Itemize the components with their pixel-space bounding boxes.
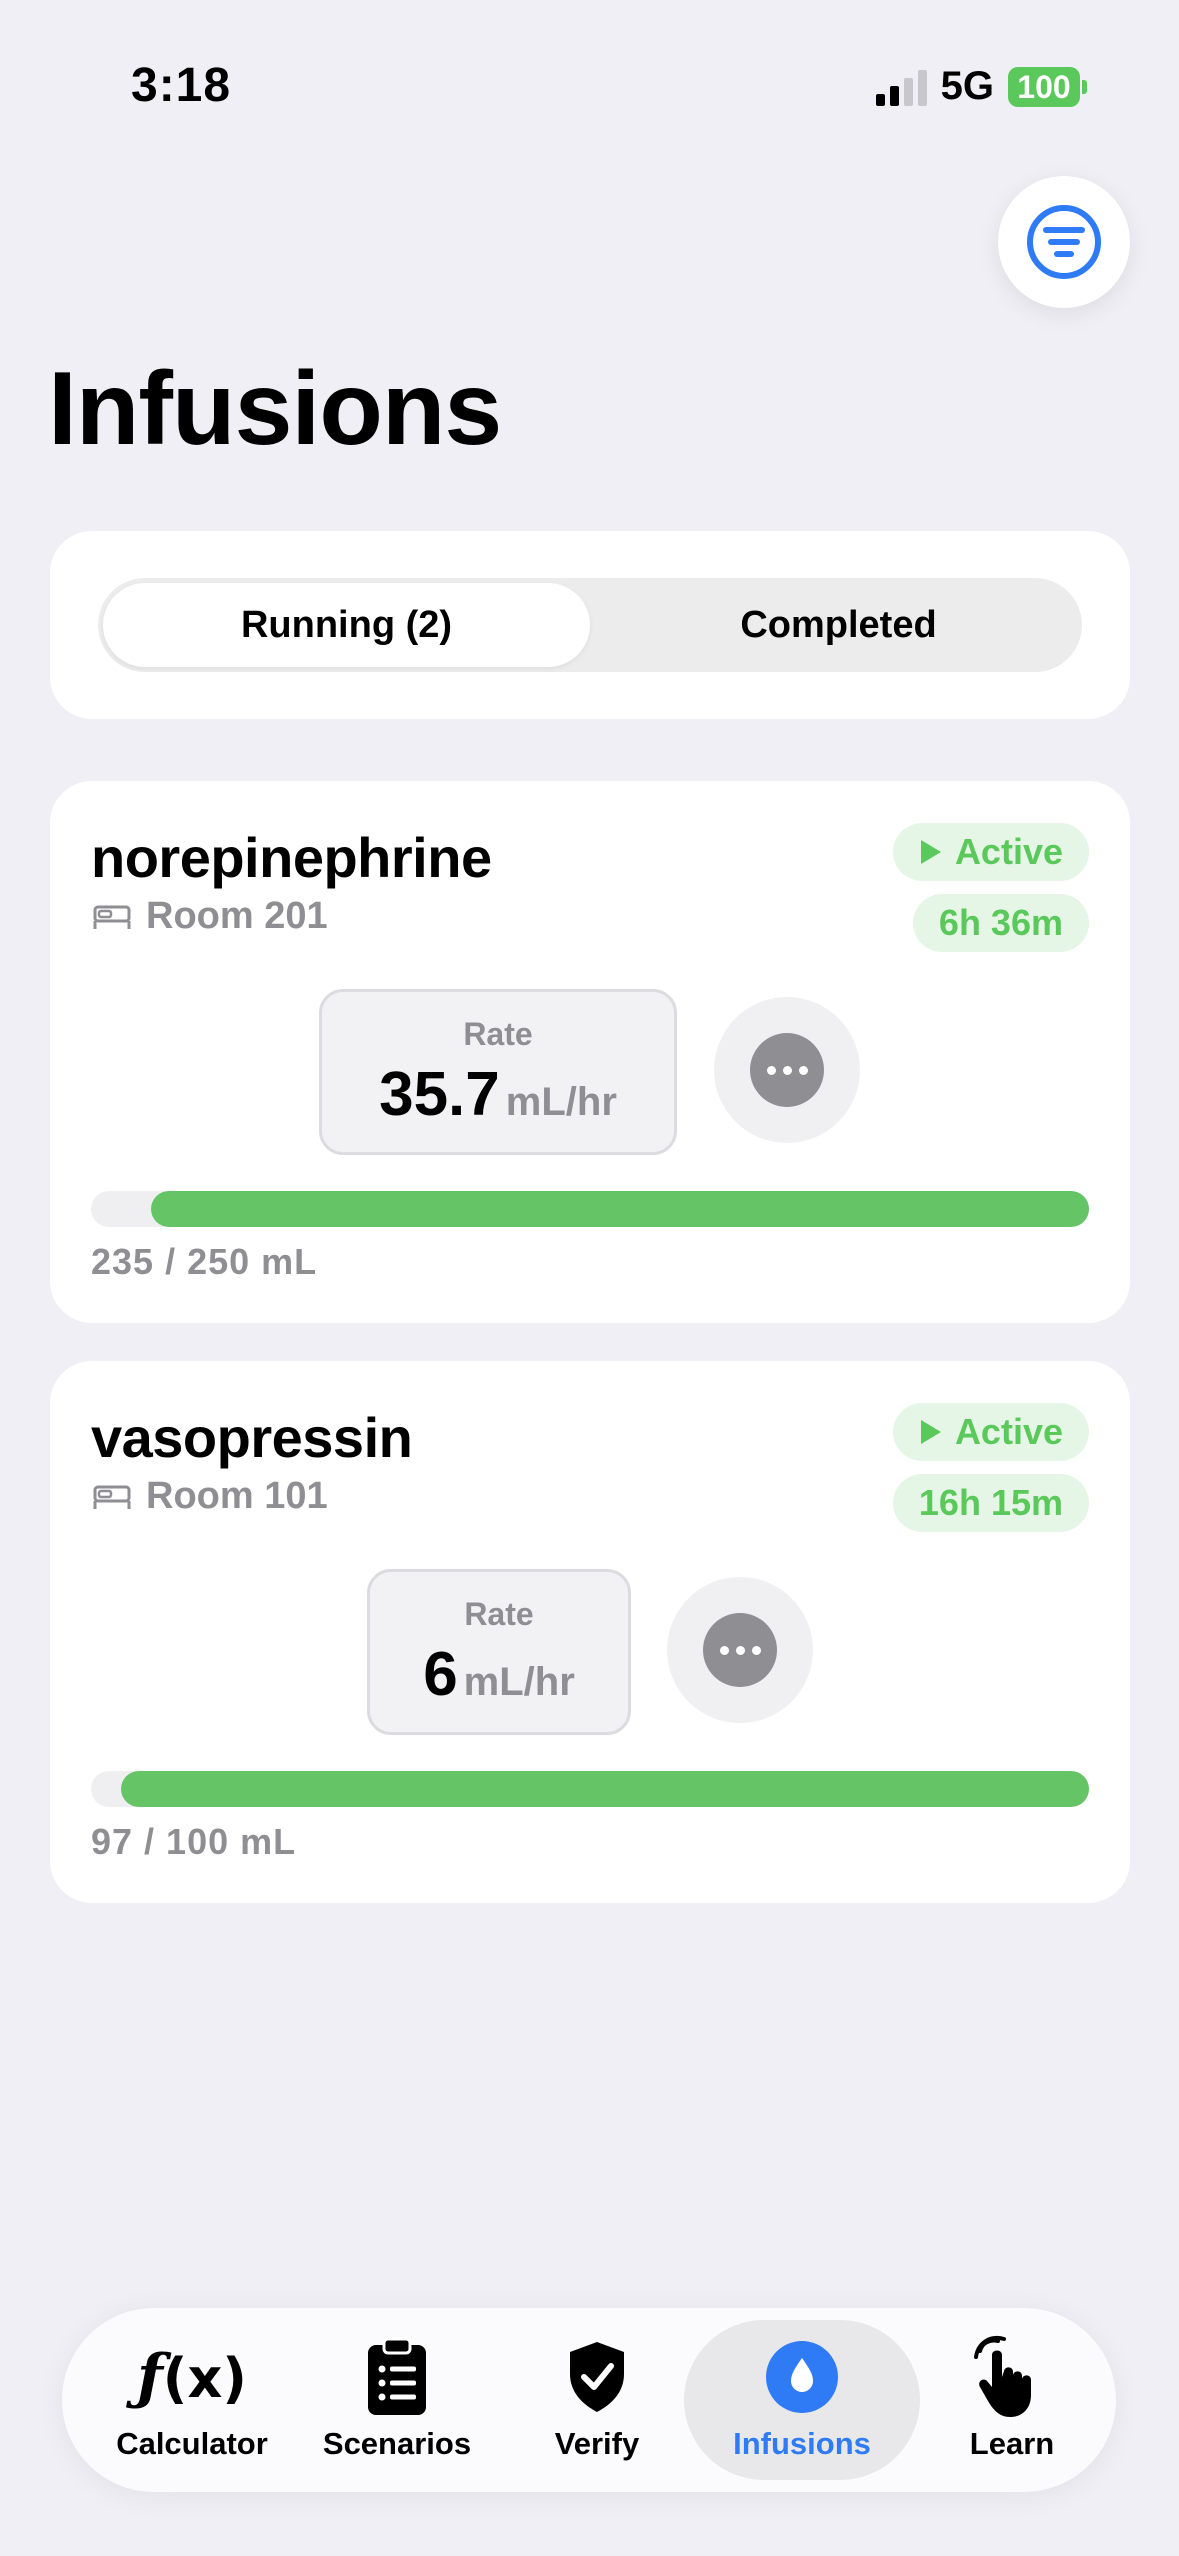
volume-progress-bar [91, 1191, 1089, 1227]
tab-infusions[interactable]: Infusions [684, 2320, 920, 2480]
volume-text: 97 / 100 mL [91, 1821, 297, 1862]
rate-unit: mL/hr [463, 1660, 575, 1704]
drug-name: vasopressin [91, 1406, 413, 1469]
tab-calculator[interactable]: ƒ(x) Calculator [102, 2320, 282, 2480]
tab-label: Scenarios [322, 2426, 472, 2461]
hand-point-icon [974, 2336, 1031, 2417]
status-indicators: 5G 100 [875, 64, 1087, 109]
play-icon [920, 840, 941, 864]
room-label: Room 201 [146, 895, 328, 937]
tab-label: Infusions [733, 2426, 871, 2461]
infusion-card[interactable]: vasopressin Room 101 Active 16h 15m Rate… [50, 1361, 1130, 1903]
elapsed-badge: 16h 15m [892, 1474, 1089, 1532]
tab-scenarios[interactable]: Scenarios [312, 2320, 482, 2480]
room-info: Room 201 [92, 895, 328, 938]
infusion-card[interactable]: norepinephrine Room 201 Active 6h 36m Ra… [50, 781, 1130, 1323]
rate-value: 6 [423, 1640, 458, 1709]
shield-check-icon [570, 2342, 624, 2412]
drop-icon [766, 2341, 838, 2413]
elapsed-badge: 6h 36m [912, 894, 1089, 952]
network-type: 5G [940, 64, 994, 108]
status-label: Active [954, 1411, 1063, 1452]
room-info: Room 101 [92, 1475, 328, 1518]
clipboard-icon [368, 2337, 426, 2415]
tab-bar: ƒ(x) Calculator Scenarios Verify Infusio… [62, 2308, 1116, 2492]
status-badge: Active [892, 823, 1089, 881]
bed-icon [93, 905, 131, 929]
volume-progress-fill [120, 1771, 1089, 1807]
bed-icon [93, 1485, 131, 1509]
tab-label: Calculator [116, 2426, 268, 2461]
filter-icon [1027, 205, 1101, 279]
segment-card: Running (2) Completed [50, 531, 1130, 719]
battery-level: 100 [1008, 66, 1080, 107]
rate-box[interactable]: Rate 6 mL/hr [367, 1569, 631, 1735]
segmented-control: Running (2) Completed [98, 578, 1082, 672]
volume-progress-fill [150, 1191, 1089, 1227]
more-button[interactable] [667, 1577, 813, 1723]
tab-verify[interactable]: Verify [532, 2320, 662, 2480]
tab-label: Verify [554, 2426, 640, 2461]
status-label: Active [954, 831, 1063, 872]
room-label: Room 101 [146, 1475, 328, 1517]
filter-button[interactable] [998, 176, 1130, 308]
battery-icon: 100 [1008, 66, 1087, 107]
more-button[interactable] [714, 997, 860, 1143]
play-icon [920, 1420, 941, 1444]
segment-running[interactable]: Running (2) [103, 583, 590, 667]
rate-label: Rate [464, 1596, 534, 1632]
status-badge: Active [892, 1403, 1089, 1461]
more-icon [703, 1613, 777, 1687]
status-time: 3:18 [131, 59, 232, 112]
page-title: Infusions [48, 351, 502, 467]
volume-text: 235 / 250 mL [91, 1241, 318, 1282]
segment-completed[interactable]: Completed [595, 578, 1082, 672]
rate-unit: mL/hr [505, 1080, 617, 1124]
rate-box[interactable]: Rate 35.7 mL/hr [319, 989, 677, 1155]
tab-label: Learn [969, 2426, 1055, 2461]
function-icon: ƒ(x) [136, 2342, 247, 2412]
tab-learn[interactable]: Learn [942, 2320, 1082, 2480]
drug-name: norepinephrine [91, 826, 492, 889]
cellular-signal-icon [875, 68, 927, 106]
more-icon [750, 1033, 824, 1107]
rate-label: Rate [463, 1016, 533, 1052]
rate-value: 35.7 [379, 1060, 500, 1129]
volume-progress-bar [91, 1771, 1089, 1807]
